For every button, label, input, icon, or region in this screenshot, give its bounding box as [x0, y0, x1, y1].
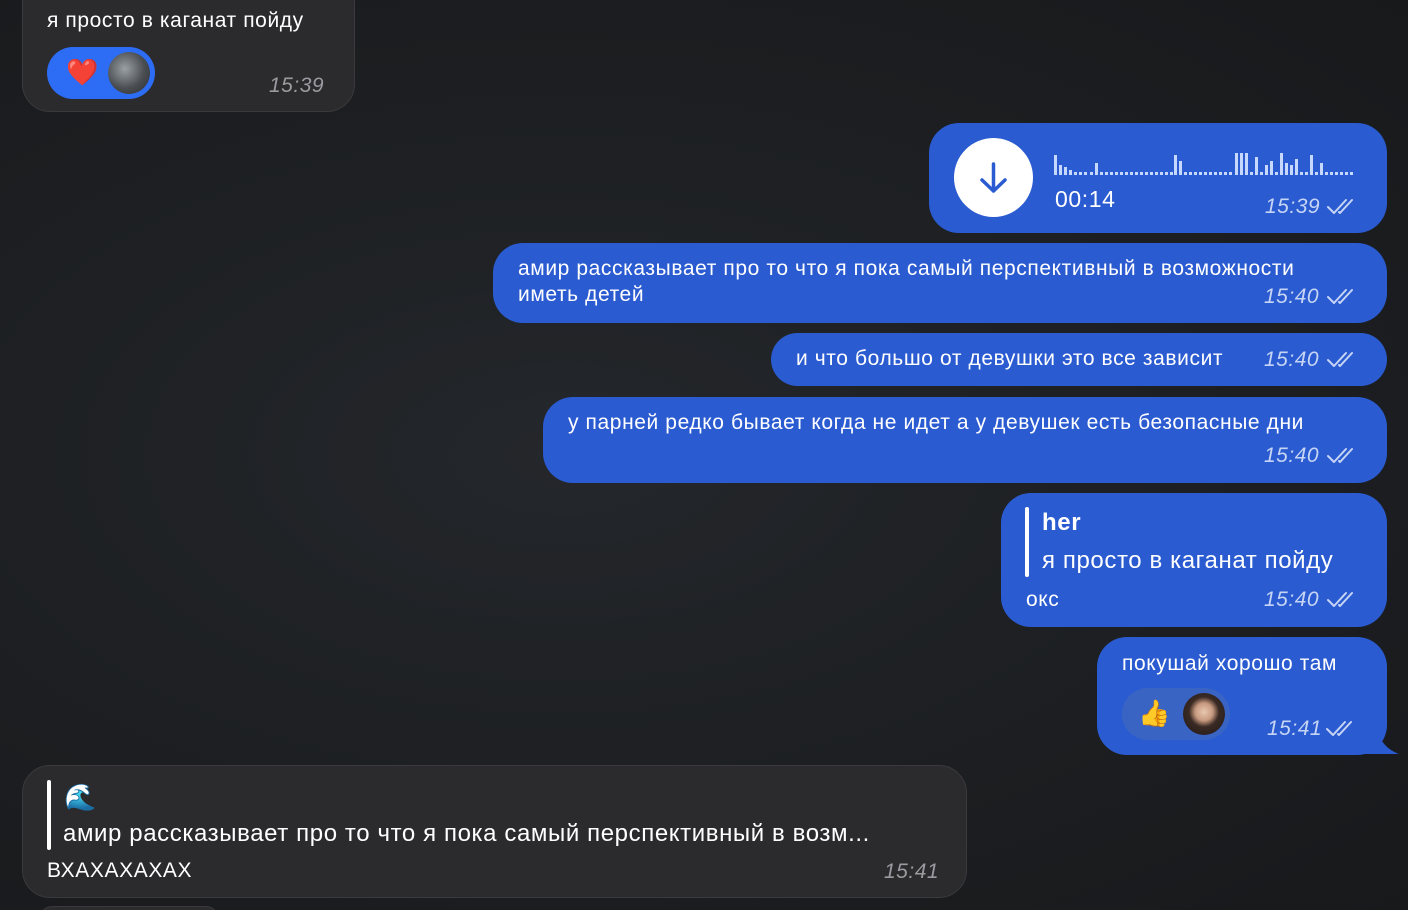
message-time: 15:41 — [884, 860, 940, 883]
voice-duration: 00:14 — [1055, 186, 1116, 212]
reply-quote[interactable]: her я просто в каганат пойду — [1025, 507, 1365, 577]
incoming-reply-message[interactable]: 🌊 амир рассказывает про то что я пока са… — [22, 765, 967, 898]
incoming-message-partial[interactable] — [40, 906, 218, 910]
reply-text: амир рассказывает про то что я пока самы… — [63, 820, 870, 847]
download-arrow-icon — [980, 162, 1007, 193]
message-text: я просто в каганат пойду — [47, 9, 304, 32]
message-text-line-1: амир рассказывает про то что я пока самы… — [518, 257, 1295, 280]
quote-bar — [1025, 507, 1029, 577]
thumbs-up-icon: 👍 — [1138, 698, 1171, 728]
read-checkmarks-icon — [1327, 352, 1353, 367]
voice-message[interactable]: 00:14 15:39 — [929, 123, 1387, 233]
outgoing-message[interactable]: и что большо от девушки это все зависит … — [771, 333, 1387, 386]
read-checkmarks-icon — [1327, 448, 1353, 463]
message-time: 15:40 — [1264, 588, 1320, 611]
reaction-pill[interactable]: 👍 — [1122, 688, 1230, 740]
message-time: 15:40 — [1264, 285, 1320, 308]
message-text: и что большо от девушки это все зависит — [796, 347, 1224, 370]
read-checkmarks-icon — [1327, 592, 1353, 607]
outgoing-message[interactable]: покушай хорошо там 👍 15:41 — [1097, 637, 1387, 755]
message-text: покушай хорошо там — [1122, 652, 1338, 675]
message-text-line-2: иметь детей — [518, 283, 645, 306]
read-checkmarks-icon — [1326, 721, 1352, 736]
message-time: 15:40 — [1264, 444, 1320, 467]
avatar — [108, 52, 150, 94]
outgoing-message[interactable]: у парней редко бывает когда не идет а у … — [543, 397, 1387, 483]
bubble-tail — [1365, 734, 1399, 754]
message-text: ВХАХАХАХАХ — [47, 859, 193, 882]
download-button[interactable] — [954, 138, 1033, 217]
message-time: 15:41 — [1267, 717, 1323, 740]
reply-author: her — [1042, 509, 1082, 536]
message-time: 15:39 — [269, 74, 325, 97]
message-time: 15:39 — [1265, 195, 1321, 218]
read-checkmarks-icon — [1327, 199, 1353, 214]
chat-view: я просто в каганат пойду ❤️ 15:39 00:14 … — [0, 0, 1408, 910]
heart-icon: ❤️ — [66, 57, 99, 87]
read-checkmarks-icon — [1327, 289, 1353, 304]
message-time: 15:40 — [1264, 348, 1320, 371]
reply-text: я просто в каганат пойду — [1042, 547, 1334, 574]
message-text: окс — [1026, 588, 1060, 611]
incoming-message[interactable]: я просто в каганат пойду ❤️ 15:39 — [22, 0, 355, 112]
reply-author-emoji: 🌊 — [64, 782, 97, 812]
message-text: у парней редко бывает когда не идет а у … — [568, 411, 1304, 434]
outgoing-reply-message[interactable]: her я просто в каганат пойду окс 15:40 — [1001, 493, 1387, 627]
outgoing-message[interactable]: амир рассказывает про то что я пока самы… — [493, 243, 1387, 323]
quote-bar — [47, 780, 51, 850]
reaction-pill[interactable]: ❤️ — [47, 47, 155, 99]
reply-quote[interactable]: 🌊 амир рассказывает про то что я пока са… — [47, 780, 947, 850]
waveform — [1054, 153, 1353, 175]
avatar — [1183, 693, 1225, 735]
